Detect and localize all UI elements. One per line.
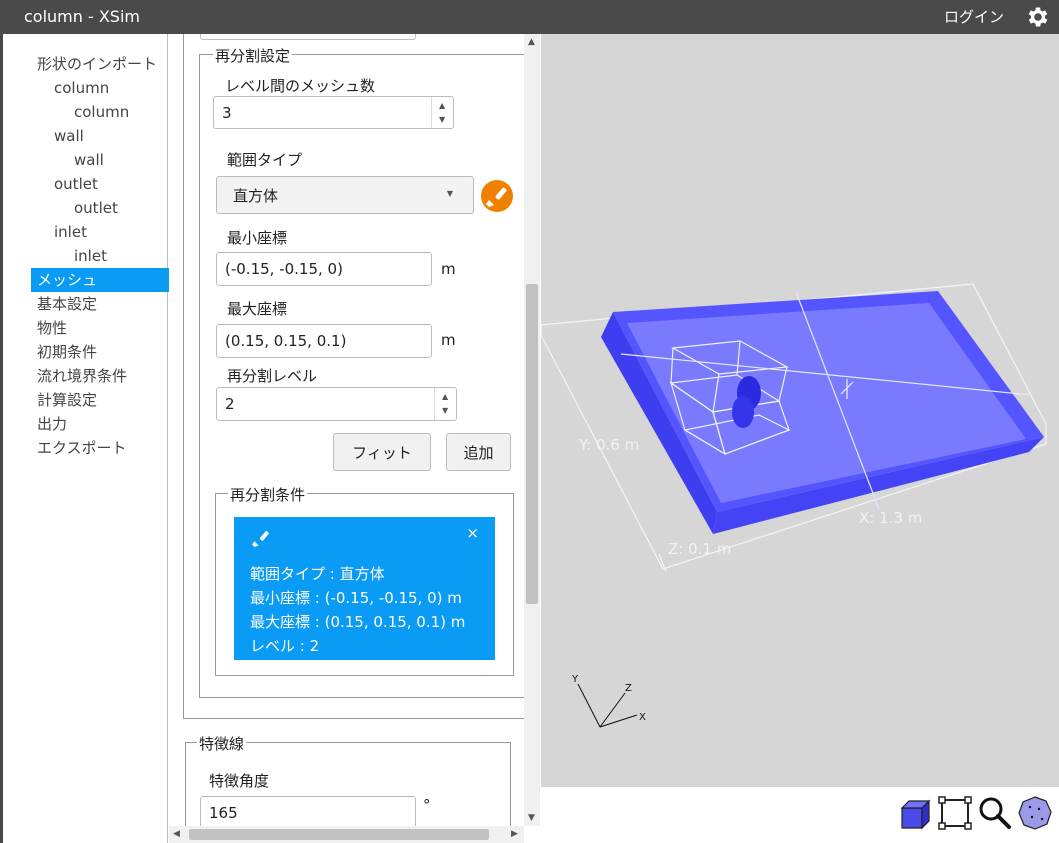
range-type-label: 範囲タイプ — [227, 151, 303, 169]
sidebar-item-inlet[interactable]: inlet — [74, 244, 107, 268]
min-coord-unit: m — [441, 260, 456, 278]
horizontal-scroll-thumb[interactable] — [189, 829, 489, 840]
gear-icon[interactable] — [1024, 4, 1052, 30]
refine-level-input[interactable]: 2 ▲ ▼ — [216, 387, 457, 421]
card-range-type: 範囲タイプ : 直方体 — [250, 565, 385, 583]
sidebar-item-wall-group[interactable]: wall — [54, 124, 84, 148]
range-type-select[interactable]: 直方体 ▼ — [216, 176, 474, 214]
axis-y-label: Y — [571, 674, 579, 685]
feature-angle-input[interactable]: 165 — [200, 796, 416, 830]
paint-brush-icon — [486, 187, 507, 207]
max-coord-label: 最大座標 — [227, 300, 288, 318]
sidebar-item-calc-settings[interactable]: 計算設定 — [34, 388, 97, 412]
min-coord-label: 最小座標 — [227, 229, 288, 247]
slab-solid — [601, 291, 1044, 534]
paint-brush-button[interactable] — [481, 180, 513, 212]
sidebar-item-output[interactable]: 出力 — [34, 412, 67, 436]
sidebar-item-wall[interactable]: wall — [74, 148, 104, 172]
3d-viewport[interactable]: Y: 0.6 m X: 1.3 m Z: 0.1 m Y X Z — [541, 34, 1059, 787]
card-min-coord: 最小座標 : (-0.15, -0.15, 0) m — [250, 589, 462, 607]
sidebar-item-properties[interactable]: 物性 — [34, 316, 67, 340]
sidebar-tree: 形状のインポート column column wall wall outlet … — [0, 34, 170, 843]
condition-card[interactable]: × 範囲タイプ : 直方体 最小座標 : (-0.15, -0.15, 0) m… — [234, 517, 495, 660]
window-title: column - XSim — [24, 7, 140, 26]
sphere-view-icon[interactable] — [1017, 795, 1053, 831]
hidden-top-input[interactable] — [200, 34, 416, 40]
zoom-icon[interactable] — [977, 795, 1013, 831]
3d-scene: Y: 0.6 m X: 1.3 m Z: 0.1 m Y X Z — [541, 283, 1047, 728]
scroll-up-icon[interactable]: ▲ — [528, 37, 535, 47]
refine-level-stepper[interactable]: ▲ ▼ — [434, 388, 456, 420]
sidebar-item-initial-conditions[interactable]: 初期条件 — [34, 340, 97, 364]
scroll-down-icon[interactable]: ▼ — [528, 813, 535, 823]
cube-view-icon[interactable] — [897, 795, 933, 831]
panel-vertical-scrollbar[interactable]: ▲ ▼ — [524, 34, 540, 826]
app-window: column - XSim ログイン 形状のインポート column colum… — [0, 0, 1059, 843]
fit-bounds-icon[interactable] — [937, 795, 973, 831]
feature-angle-unit: ° — [423, 796, 431, 814]
feature-angle-value: 165 — [209, 804, 238, 822]
card-max-coord: 最大座標 : (0.15, 0.15, 0.1) m — [250, 613, 466, 631]
x-dimension-label: X: 1.3 m — [859, 509, 922, 527]
scroll-right-icon[interactable]: ▶ — [511, 829, 518, 839]
axis-z-label: Z — [625, 683, 632, 694]
refine-legend: 再分割設定 — [213, 45, 293, 66]
login-link[interactable]: ログイン — [944, 6, 1004, 27]
close-icon[interactable]: × — [466, 524, 479, 542]
sidebar-item-column-group[interactable]: column — [54, 76, 109, 100]
min-coord-input[interactable]: (-0.15, -0.15, 0) — [216, 252, 432, 286]
mesh-between-levels-value: 3 — [222, 103, 232, 122]
max-coord-unit: m — [441, 331, 456, 349]
axis-x-label: X — [639, 712, 646, 723]
card-level: レベル : 2 — [250, 637, 320, 655]
sidebar-item-outlet-group[interactable]: outlet — [54, 172, 98, 196]
sidebar-item-column[interactable]: column — [74, 100, 129, 124]
refine-level-label: 再分割レベル — [227, 367, 318, 385]
vertical-scroll-thumb[interactable] — [526, 284, 538, 604]
scroll-left-icon[interactable]: ◀ — [173, 829, 180, 839]
feature-angle-label: 特徴角度 — [209, 772, 270, 790]
sidebar-item-inlet-group[interactable]: inlet — [54, 220, 87, 244]
conditions-legend: 再分割条件 — [228, 484, 308, 505]
sidebar-item-flow-boundary[interactable]: 流れ境界条件 — [34, 364, 127, 388]
mesh-between-levels-stepper[interactable]: ▲ ▼ — [431, 97, 453, 128]
panel-horizontal-scrollbar[interactable]: ◀ ▶ — [169, 826, 524, 843]
max-coord-value: (0.15, 0.15, 0.1) — [225, 332, 347, 350]
fit-button[interactable]: フィット — [333, 433, 431, 471]
refine-level-value: 2 — [225, 395, 235, 413]
chevron-down-icon: ▼ — [446, 189, 453, 198]
title-bar: column - XSim ログイン — [0, 0, 1059, 34]
mesh-settings-panel: 再分割設定 レベル間のメッシュ数 3 ▲ ▼ 範囲タイプ 直方体 ▼ 最小座標 (… — [169, 34, 540, 843]
paint-brush-icon — [252, 531, 269, 547]
z-dimension-label: Z: 0.1 m — [668, 540, 731, 558]
sidebar-item-shape-import[interactable]: 形状のインポート — [34, 52, 170, 76]
sidebar-item-export[interactable]: エクスポート — [34, 436, 127, 460]
mesh-between-levels-input[interactable]: 3 ▲ ▼ — [213, 96, 454, 129]
viewport-toolbar — [541, 787, 1059, 843]
mesh-between-levels-label: レベル間のメッシュ数 — [225, 77, 376, 95]
add-button[interactable]: 追加 — [446, 433, 511, 471]
max-coord-input[interactable]: (0.15, 0.15, 0.1) — [216, 324, 432, 358]
feature-legend: 特徴線 — [197, 733, 247, 754]
sidebar-item-mesh[interactable]: メッシュ — [31, 268, 170, 292]
y-dimension-label: Y: 0.6 m — [578, 436, 639, 454]
sidebar-item-basic-settings[interactable]: 基本設定 — [34, 292, 97, 316]
range-type-value: 直方体 — [233, 186, 279, 205]
sidebar-item-outlet[interactable]: outlet — [74, 196, 118, 220]
min-coord-value: (-0.15, -0.15, 0) — [225, 260, 343, 278]
